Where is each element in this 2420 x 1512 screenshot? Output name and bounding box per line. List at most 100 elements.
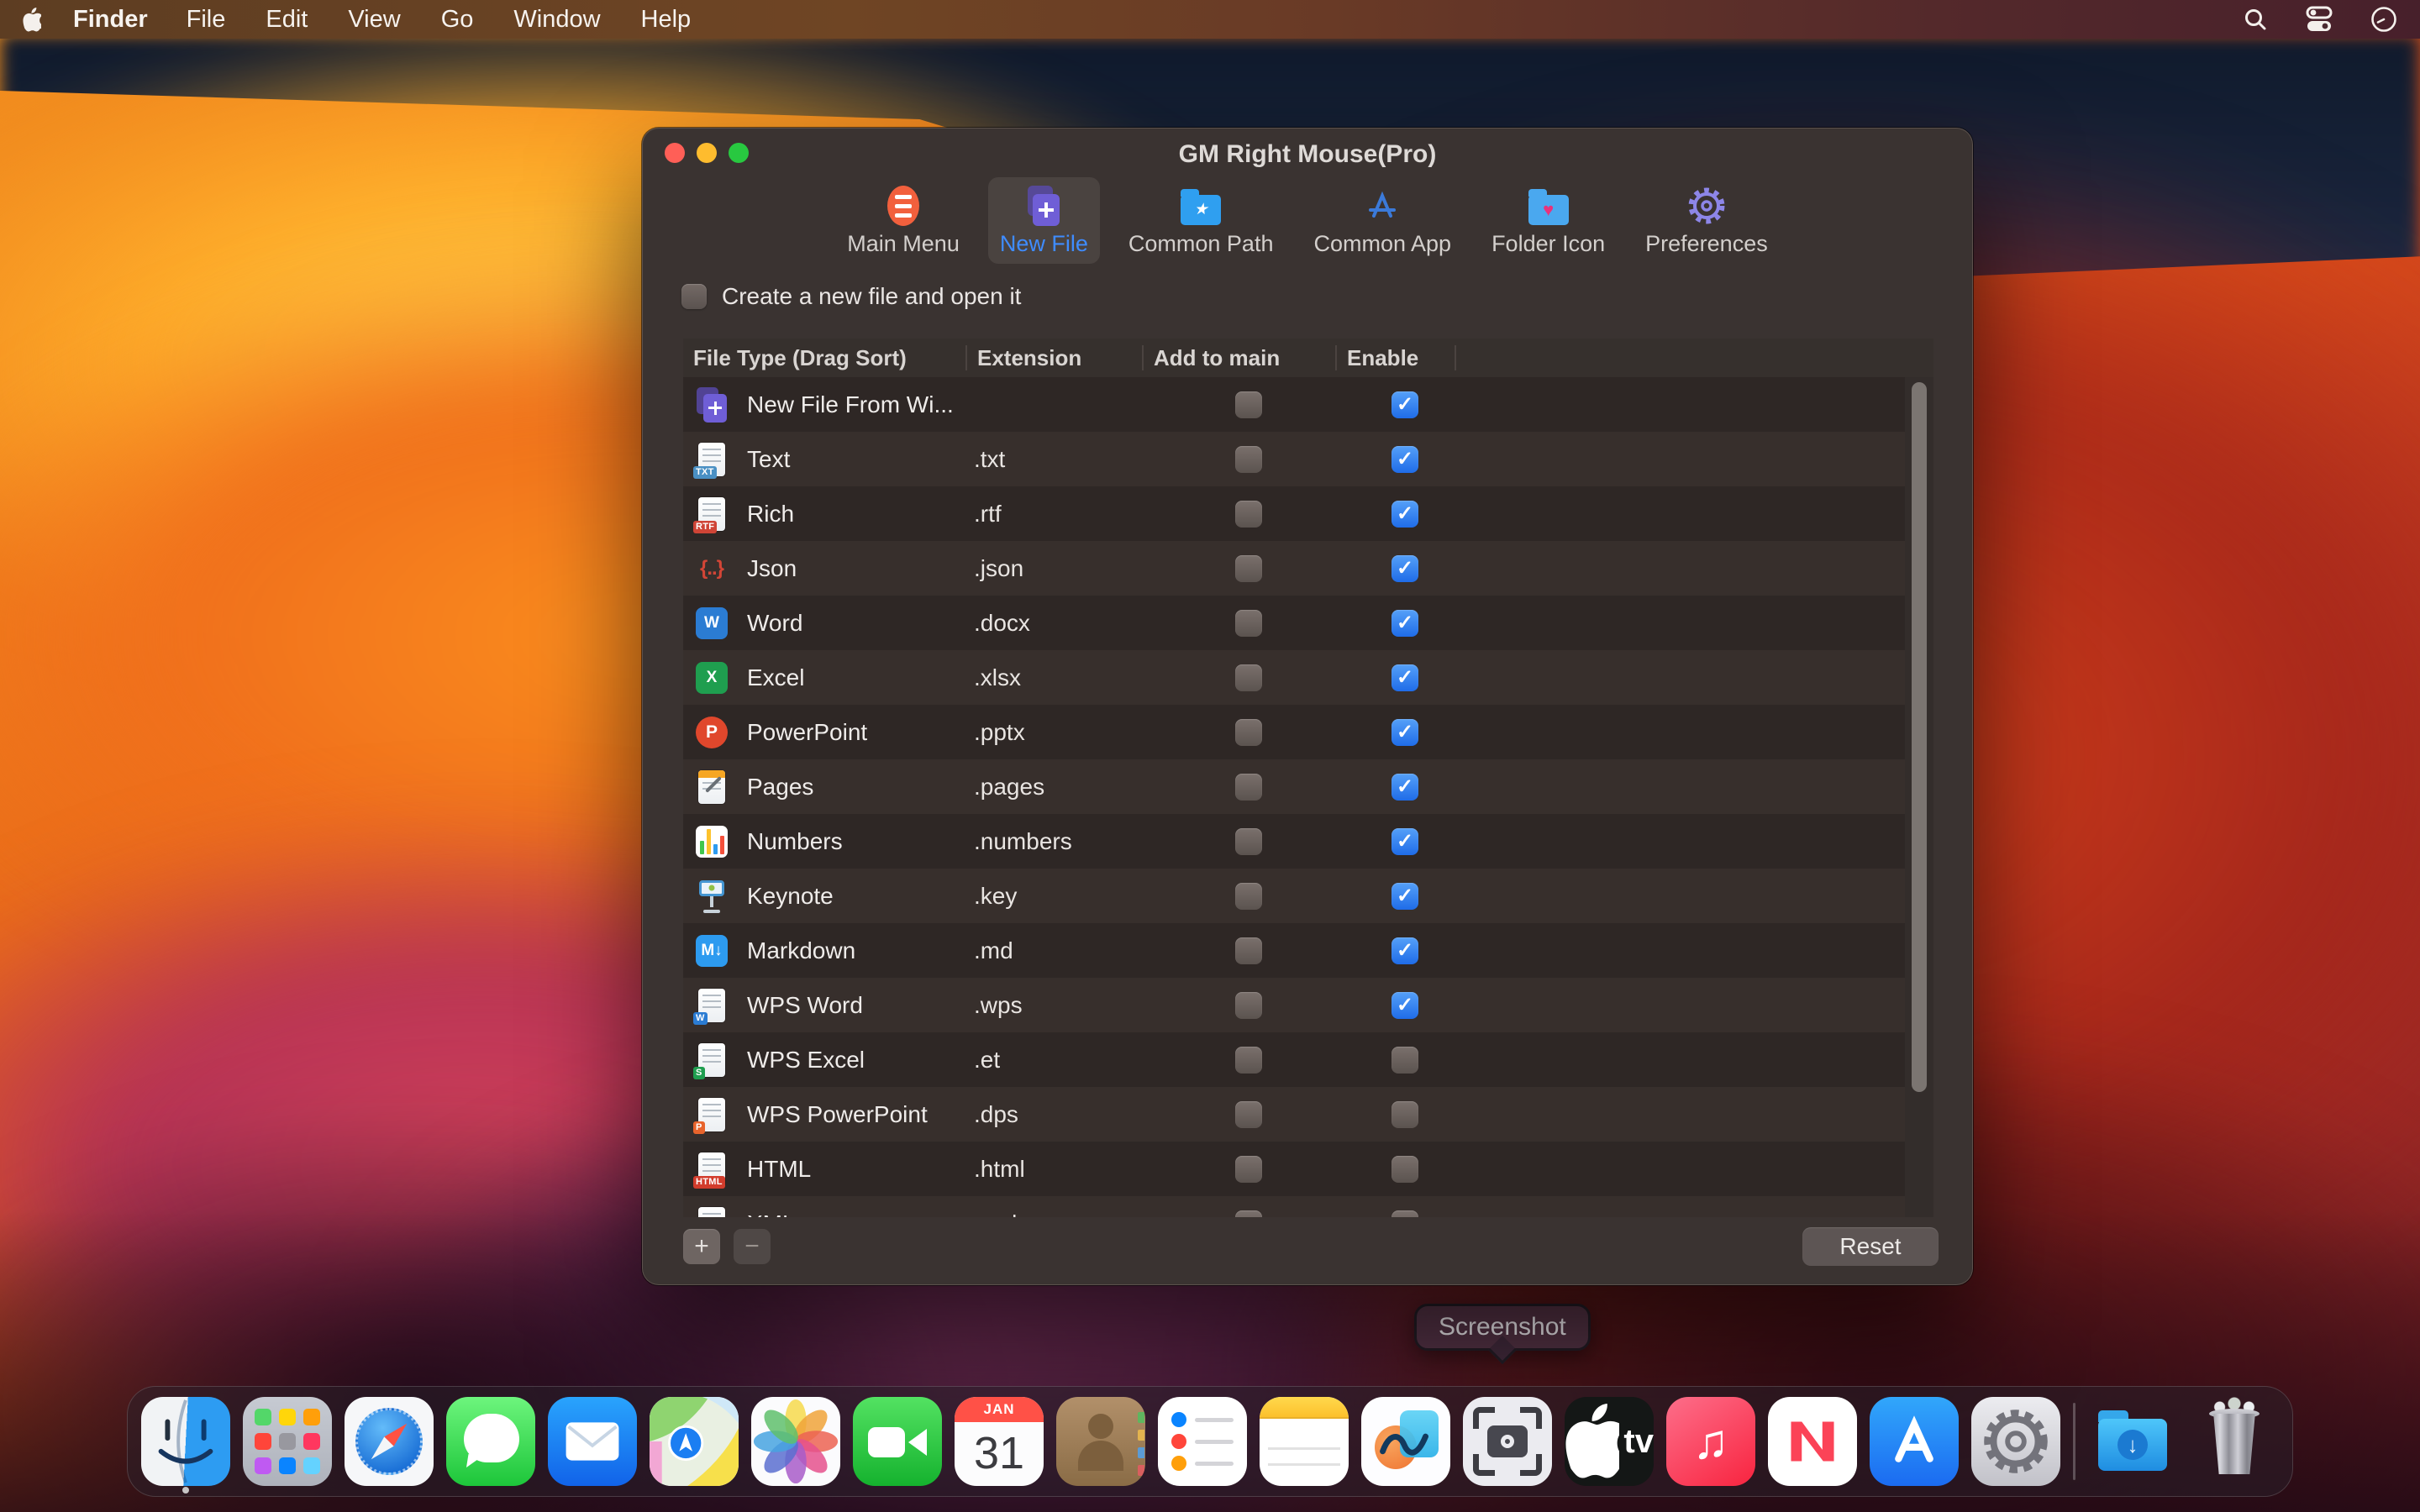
table-row-word[interactable]: WWord.docx <box>683 596 1905 650</box>
add-button[interactable]: + <box>683 1229 720 1264</box>
dock-icon-downloads[interactable]: ↓ <box>2088 1397 2177 1486</box>
dock-icon-facetime[interactable] <box>853 1397 942 1486</box>
dock-icon-messages[interactable] <box>446 1397 535 1486</box>
menu-help[interactable]: Help <box>641 6 692 34</box>
dock-icon-trash[interactable] <box>2190 1397 2279 1486</box>
add-to-main-menu-checkbox[interactable] <box>1235 1101 1262 1128</box>
add-to-main-menu-checkbox[interactable] <box>1235 937 1262 964</box>
add-to-main-menu-checkbox[interactable] <box>1235 391 1262 418</box>
table-row-keynote[interactable]: Keynote.key <box>683 869 1905 923</box>
enable-checkbox[interactable] <box>1392 719 1418 746</box>
menu-window[interactable]: Window <box>513 6 600 34</box>
dock-icon-news[interactable] <box>1768 1397 1857 1486</box>
table-row-wps-word[interactable]: WWPS Word.wps <box>683 978 1905 1032</box>
table-row-wps-excel[interactable]: SWPS Excel.et <box>683 1032 1905 1087</box>
dock-icon-contacts[interactable] <box>1056 1397 1145 1486</box>
reset-button[interactable]: Reset <box>1802 1227 1939 1266</box>
window-footer: + − Reset <box>683 1226 1939 1268</box>
scrollbar-thumb[interactable] <box>1912 382 1927 1092</box>
table-row-json[interactable]: {..}Json.json <box>683 541 1905 596</box>
dock-icon-safari[interactable] <box>345 1397 434 1486</box>
table-row-pages[interactable]: Pages.pages <box>683 759 1905 814</box>
table-row-xml[interactable]: XMLXML.xml <box>683 1196 1905 1217</box>
add-to-main-menu-checkbox[interactable] <box>1235 1047 1262 1074</box>
tab-new-file[interactable]: New File <box>988 177 1100 264</box>
dock: JAN31 tv♫ ↓ <box>127 1386 2293 1497</box>
menu-edit[interactable]: Edit <box>266 6 308 34</box>
column-header-add-to-main-menu[interactable]: Add to main menu <box>1144 344 1337 372</box>
dock-icon-freeform[interactable] <box>1361 1397 1450 1486</box>
dock-icon-calendar[interactable]: JAN31 <box>955 1397 1044 1486</box>
dock-icon-screenshot[interactable] <box>1463 1397 1552 1486</box>
table-row-new-file-from-wi[interactable]: New File From Wi... <box>683 377 1905 432</box>
enable-checkbox[interactable] <box>1392 937 1418 964</box>
menu-go[interactable]: Go <box>441 6 474 34</box>
column-header-file-type-drag-sort[interactable]: File Type (Drag Sort) <box>683 344 967 372</box>
enable-checkbox[interactable] <box>1392 1156 1418 1183</box>
enable-checkbox[interactable] <box>1392 501 1418 528</box>
tab-main-menu[interactable]: Main Menu <box>835 177 971 264</box>
remove-button[interactable]: − <box>734 1229 771 1264</box>
table-row-powerpoint[interactable]: PPowerPoint.pptx <box>683 705 1905 759</box>
add-to-main-menu-checkbox[interactable] <box>1235 992 1262 1019</box>
table-row-numbers[interactable]: Numbers.numbers <box>683 814 1905 869</box>
enable-checkbox[interactable] <box>1392 610 1418 637</box>
menu-file[interactable]: File <box>187 6 226 34</box>
scrollbar-track[interactable] <box>1905 377 1933 1217</box>
enable-checkbox[interactable] <box>1392 992 1418 1019</box>
column-header-extension[interactable]: Extension <box>967 344 1144 372</box>
add-to-main-menu-checkbox[interactable] <box>1235 501 1262 528</box>
enable-checkbox[interactable] <box>1392 883 1418 910</box>
enable-checkbox[interactable] <box>1392 828 1418 855</box>
tab-folder-icon[interactable]: Folder Icon <box>1480 177 1617 264</box>
column-header-enable[interactable]: Enable <box>1337 344 1456 372</box>
enable-checkbox[interactable] <box>1392 1047 1418 1074</box>
enable-checkbox[interactable] <box>1392 555 1418 582</box>
dock-icon-music[interactable]: ♫ <box>1666 1397 1755 1486</box>
dock-icon-finder[interactable] <box>141 1397 230 1486</box>
dock-icon-maps[interactable] <box>650 1397 739 1486</box>
enable-checkbox[interactable] <box>1392 446 1418 473</box>
enable-checkbox[interactable] <box>1392 664 1418 691</box>
add-to-main-menu-checkbox[interactable] <box>1235 446 1262 473</box>
add-to-main-menu-checkbox[interactable] <box>1235 883 1262 910</box>
table-row-wps-powerpoint[interactable]: PWPS PowerPoint.dps <box>683 1087 1905 1142</box>
enable-checkbox[interactable] <box>1392 774 1418 801</box>
dock-icon-appstore[interactable] <box>1870 1397 1959 1486</box>
enable-checkbox[interactable] <box>1392 1210 1418 1218</box>
dock-icon-photos[interactable] <box>751 1397 840 1486</box>
add-to-main-menu-checkbox[interactable] <box>1235 774 1262 801</box>
clock-status-icon[interactable] <box>2370 5 2398 34</box>
file-type-name: Pages <box>747 774 813 801</box>
add-to-main-menu-checkbox[interactable] <box>1235 828 1262 855</box>
table-row-text[interactable]: TXTText.txt <box>683 432 1905 486</box>
add-to-main-menu-checkbox[interactable] <box>1235 664 1262 691</box>
dock-icon-system-settings[interactable] <box>1971 1397 2060 1486</box>
add-to-main-menu-checkbox[interactable] <box>1235 1156 1262 1183</box>
add-to-main-menu-checkbox[interactable] <box>1235 719 1262 746</box>
tab-common-app[interactable]: Common App <box>1302 177 1463 264</box>
tab-common-path[interactable]: Common Path <box>1117 177 1286 264</box>
app-menu-finder[interactable]: Finder <box>73 6 148 34</box>
dock-icon-reminders[interactable] <box>1158 1397 1247 1486</box>
menu-view[interactable]: View <box>348 6 400 34</box>
dock-icon-appletv[interactable]: tv <box>1565 1397 1654 1486</box>
add-to-main-menu-checkbox[interactable] <box>1235 610 1262 637</box>
add-to-main-menu-checkbox[interactable] <box>1235 1210 1262 1218</box>
table-row-excel[interactable]: XExcel.xlsx <box>683 650 1905 705</box>
table-row-rich[interactable]: RTFRich.rtf <box>683 486 1905 541</box>
table-row-markdown[interactable]: M↓Markdown.md <box>683 923 1905 978</box>
create-file-checkbox[interactable] <box>681 284 707 309</box>
enable-checkbox[interactable] <box>1392 391 1418 418</box>
tab-preferences[interactable]: Preferences <box>1634 177 1780 264</box>
add-to-main-menu-checkbox[interactable] <box>1235 555 1262 582</box>
control-center-icon[interactable] <box>2304 5 2334 34</box>
dock-icon-notes[interactable] <box>1260 1397 1349 1486</box>
enable-checkbox[interactable] <box>1392 1101 1418 1128</box>
dock-icon-mail[interactable] <box>548 1397 637 1486</box>
apple-menu[interactable] <box>22 8 41 32</box>
create-new-file-option[interactable]: Create a new file and open it <box>681 283 1021 310</box>
spotlight-search-icon[interactable] <box>2242 6 2269 33</box>
dock-icon-launchpad[interactable] <box>243 1397 332 1486</box>
table-row-html[interactable]: HTMLHTML.html <box>683 1142 1905 1196</box>
